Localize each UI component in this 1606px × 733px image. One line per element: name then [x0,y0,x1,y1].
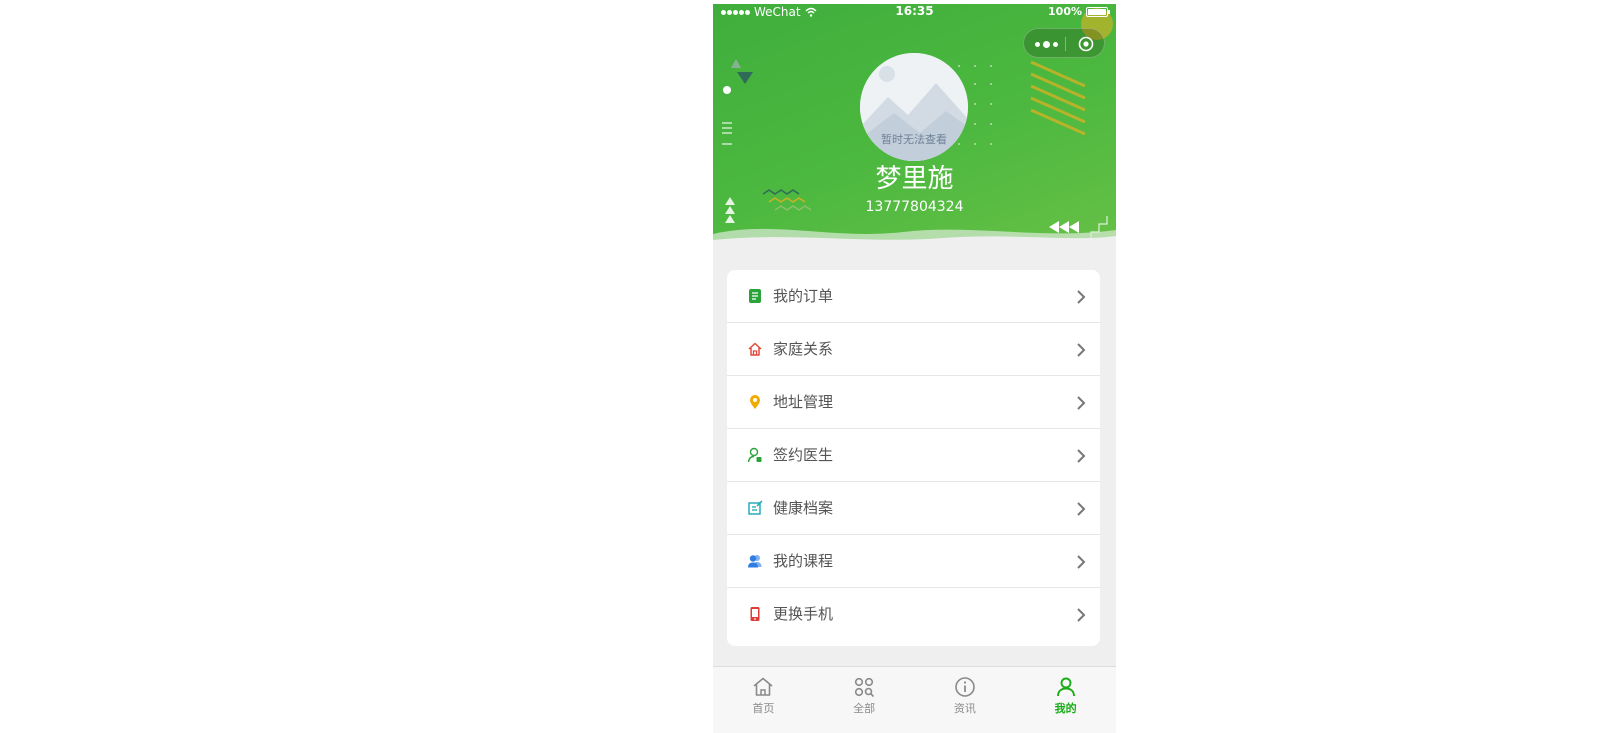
avatar[interactable]: 暂时无法查看 [860,53,968,161]
mobile-app-frame: WeChat 16:35 100% 暂时无法查看 梦里施 13777804324… [713,4,1116,733]
capsule-divider [1065,37,1066,51]
status-bar: WeChat 16:35 100% [713,4,1116,20]
menu-item-orders[interactable]: 我的订单 [727,270,1100,323]
chevron-right-icon [1077,449,1086,463]
tab-home[interactable]: 首页 [713,667,814,733]
menu-item-doctor[interactable]: 签约医生 [727,429,1100,482]
person-icon [1056,677,1075,697]
chevron-right-icon [1077,290,1086,304]
menu-item-label: 家庭关系 [773,340,834,358]
chevron-right-icon [1077,555,1086,569]
chevron-right-icon [1077,502,1086,516]
user-name: 梦里施 [875,164,954,194]
bottom-tab-bar: 首页 全部 资讯 我的 [713,666,1116,733]
menu-item-label: 我的课程 [773,552,834,570]
mobile-phone-icon [750,607,760,621]
avatar-caption: 暂时无法查看 [881,133,947,146]
mini-program-capsule [1023,28,1105,58]
menu-item-label: 地址管理 [773,393,834,411]
menu-item-label: 健康档案 [773,499,834,517]
more-dots-icon[interactable] [1034,38,1058,50]
menu-item-label: 签约医生 [773,446,834,464]
menu-item-label: 我的订单 [773,287,834,305]
home-icon [753,677,773,696]
grid-search-icon [855,677,875,698]
tab-news[interactable]: 资讯 [915,667,1016,733]
tab-label: 全部 [853,702,876,715]
menu-item-family[interactable]: 家庭关系 [727,323,1100,376]
user-phone: 13777804324 [865,199,964,215]
health-record-icon [748,500,763,515]
menu-item-change-phone[interactable]: 更换手机 [727,588,1100,643]
doctor-icon [747,447,762,463]
battery-percent: 100% [1048,5,1082,18]
location-pin-icon [750,395,760,409]
tab-mine[interactable]: 我的 [1015,667,1116,733]
menu-item-address[interactable]: 地址管理 [727,376,1100,429]
profile-header: WeChat 16:35 100% 暂时无法查看 梦里施 13777804324 [713,4,1116,244]
order-list-icon [749,289,761,303]
house-icon [748,342,762,356]
info-icon [955,677,975,697]
menu-item-health-record[interactable]: 健康档案 [727,482,1100,535]
menu-item-courses[interactable]: 我的课程 [727,535,1100,588]
chevron-right-icon [1077,608,1086,622]
battery-icon [1086,6,1110,17]
users-icon [748,555,762,568]
menu-list: 我的订单 家庭关系 地址管理 签约医生 健康档案 我的课程 更换手机 [727,270,1100,646]
tab-label: 资讯 [953,702,976,715]
chevron-right-icon [1077,343,1086,357]
chevron-right-icon [1077,396,1086,410]
tab-label: 我的 [1054,702,1077,715]
menu-item-label: 更换手机 [773,605,834,623]
target-circle-icon[interactable] [1078,36,1094,52]
tab-all[interactable]: 全部 [814,667,915,733]
status-bar-right: 100% [1048,5,1110,18]
tab-label: 首页 [752,702,775,715]
